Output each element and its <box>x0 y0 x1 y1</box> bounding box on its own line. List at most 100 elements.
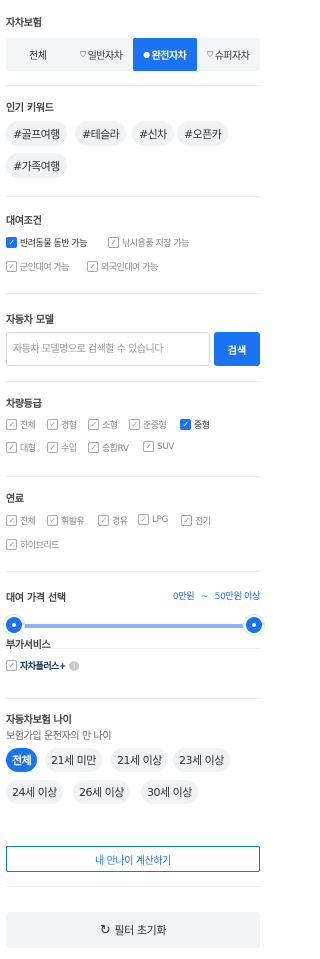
checkbox-icon: ✓ <box>6 261 17 272</box>
fuel-gasoline[interactable]: ✓ 휘발유 <box>47 514 85 527</box>
keyword-chip[interactable]: #신차 <box>132 121 174 146</box>
price-slider-min-handle[interactable] <box>4 615 24 635</box>
search-button[interactable]: 검색 <box>214 332 260 366</box>
insurance-option-label: 완전자차 <box>151 51 187 62</box>
divider <box>6 886 260 887</box>
checkbox-icon: ✓ <box>6 515 17 526</box>
shield-icon: ⛉ <box>80 49 86 59</box>
checkbox-icon: ✓ <box>88 442 99 453</box>
checkbox-icon: ✓ <box>181 515 192 526</box>
insurance-option-label: 슈퍼자차 <box>214 51 250 62</box>
checkbox-icon: ✓ <box>6 419 17 430</box>
shield-icon: ● <box>143 50 150 59</box>
checkbox-icon: ✓ <box>47 419 58 430</box>
car-class-import[interactable]: ✓ 수입 <box>47 441 77 454</box>
divider <box>6 698 260 699</box>
keyword-chip[interactable]: #가족여행 <box>6 153 67 178</box>
fuel-diesel[interactable]: ✓ 경유 <box>98 514 128 527</box>
checkbox-label: 준중형 <box>143 421 167 431</box>
divider <box>6 476 260 477</box>
car-class-midsize[interactable]: ✓ 중형 <box>180 418 210 431</box>
age-option[interactable]: 24세 이상 <box>6 780 63 804</box>
keyword-chip[interactable]: #골프여행 <box>6 121 67 146</box>
checkbox-label: 대형 <box>20 444 36 454</box>
checkbox-label: 자차플러스+ <box>20 662 66 672</box>
rental-condition-fishing[interactable]: ✓ 낚시용품 지참 가능 <box>108 236 189 249</box>
model-search-title: 자동차 모델 <box>6 315 54 326</box>
checkbox-label: 경형 <box>61 421 77 431</box>
age-option-all[interactable]: 전체 <box>6 748 38 772</box>
checkbox-label: SUV <box>157 441 174 452</box>
insurance-option-general[interactable]: ⛉ 일반자차 <box>70 38 134 71</box>
fuel-all[interactable]: ✓ 전체 <box>6 514 36 527</box>
age-subtitle: 보험가입 운전자의 만 나이 <box>6 731 112 742</box>
fuel-electric[interactable]: ✓ 전기 <box>181 514 211 527</box>
refresh-icon: ↻ <box>99 922 111 938</box>
price-max-label: 50만원 이상 <box>214 592 261 602</box>
car-class-all[interactable]: ✓ 전체 <box>6 418 36 431</box>
keyword-chip[interactable]: #테슬라 <box>75 121 127 146</box>
checkbox-label: LPG <box>152 514 168 525</box>
checkbox-icon: ✓ <box>98 515 109 526</box>
checkbox-icon: ✓ <box>6 660 17 671</box>
age-option[interactable]: 23세 이상 <box>173 748 230 772</box>
price-min-label: 0만원 <box>172 592 195 602</box>
price-separator: ~ <box>200 592 209 602</box>
car-class-large[interactable]: ✓ 대형 <box>6 441 36 454</box>
price-range-label: 0만원 ~ 50만원 이상 <box>173 589 260 602</box>
checkbox-label: 전체 <box>20 421 36 431</box>
insurance-option-label: 일반자차 <box>87 51 123 62</box>
checkbox-label: 전기 <box>195 517 211 527</box>
extra-service-plus[interactable]: ✓ 자차플러스+ i <box>6 659 79 672</box>
insurance-option-full[interactable]: ● 완전자차 <box>133 38 197 71</box>
rental-conditions-title: 대여조건 <box>6 216 42 227</box>
car-class-compact[interactable]: ✓ 준중형 <box>129 418 167 431</box>
checkbox-icon: ✓ <box>88 419 99 430</box>
checkbox-label: 전체 <box>20 517 36 527</box>
extra-title: 부가서비스 <box>6 640 51 651</box>
car-class-van[interactable]: ✓ 승합RV <box>88 441 129 454</box>
age-calc-button[interactable]: 내 만나이 계산하기 <box>6 846 260 872</box>
age-option[interactable]: 21세 미만 <box>45 748 102 772</box>
checkbox-label: 군인대여 가능 <box>20 263 70 273</box>
checkbox-icon: ✓ <box>138 514 149 525</box>
insurance-option-all[interactable]: 전체 <box>6 38 70 71</box>
insurance-segmented-control: 전체 ⛉ 일반자차 ● 완전자차 ⛉ 슈퍼자차 <box>6 38 260 71</box>
insurance-option-super[interactable]: ⛉ 슈퍼자차 <box>197 38 261 71</box>
info-icon[interactable]: i <box>68 660 79 671</box>
rental-condition-foreigner[interactable]: ✓ 외국인대여 가능 <box>87 260 158 273</box>
keyword-chip[interactable]: #오픈카 <box>177 121 229 146</box>
checkbox-label: 반려동물 동반 가능 <box>20 239 87 249</box>
checkbox-icon: ✓ <box>6 539 17 550</box>
fuel-hybrid[interactable]: ✓ 하이브리드 <box>6 538 59 551</box>
reset-filter-label: 필터 초기화 <box>114 924 167 937</box>
checkbox-label: 하이브리드 <box>20 541 59 551</box>
checkbox-checked-icon: ✓ <box>180 419 191 430</box>
divider <box>6 85 260 86</box>
car-class-suv[interactable]: ✓ SUV <box>143 441 174 452</box>
price-title: 대여 가격 선택 <box>6 593 66 604</box>
rental-condition-pet[interactable]: ✓ 반려동물 동반 가능 <box>6 236 87 249</box>
car-class-light[interactable]: ✓ 경형 <box>47 418 77 431</box>
age-option[interactable]: 30세 이상 <box>141 780 198 804</box>
age-option[interactable]: 26세 이상 <box>73 780 130 804</box>
insurance-title: 자차보험 <box>6 18 42 29</box>
checkbox-label: 휘발유 <box>61 517 85 527</box>
checkbox-label: 외국인대여 가능 <box>101 263 158 273</box>
checkbox-icon: ✓ <box>108 237 119 248</box>
reset-filter-button[interactable]: ↻ 필터 초기화 <box>6 912 260 948</box>
rental-condition-military[interactable]: ✓ 군인대여 가능 <box>6 260 70 273</box>
checkbox-label: 수입 <box>61 444 77 454</box>
car-class-small[interactable]: ✓ 소형 <box>88 418 118 431</box>
checkbox-icon: ✓ <box>6 442 17 453</box>
car-class-title: 차량등급 <box>6 399 42 410</box>
price-slider-track[interactable] <box>14 624 254 628</box>
model-search-input[interactable] <box>6 332 210 366</box>
checkbox-icon: ✓ <box>87 261 98 272</box>
fuel-lpg[interactable]: ✓ LPG <box>138 514 168 525</box>
price-slider-max-handle[interactable] <box>244 615 264 635</box>
checkbox-icon: ✓ <box>47 442 58 453</box>
checkbox-label: 소형 <box>102 421 118 431</box>
age-option[interactable]: 21세 이상 <box>111 748 168 772</box>
checkbox-label: 낚시용품 지참 가능 <box>122 239 189 249</box>
